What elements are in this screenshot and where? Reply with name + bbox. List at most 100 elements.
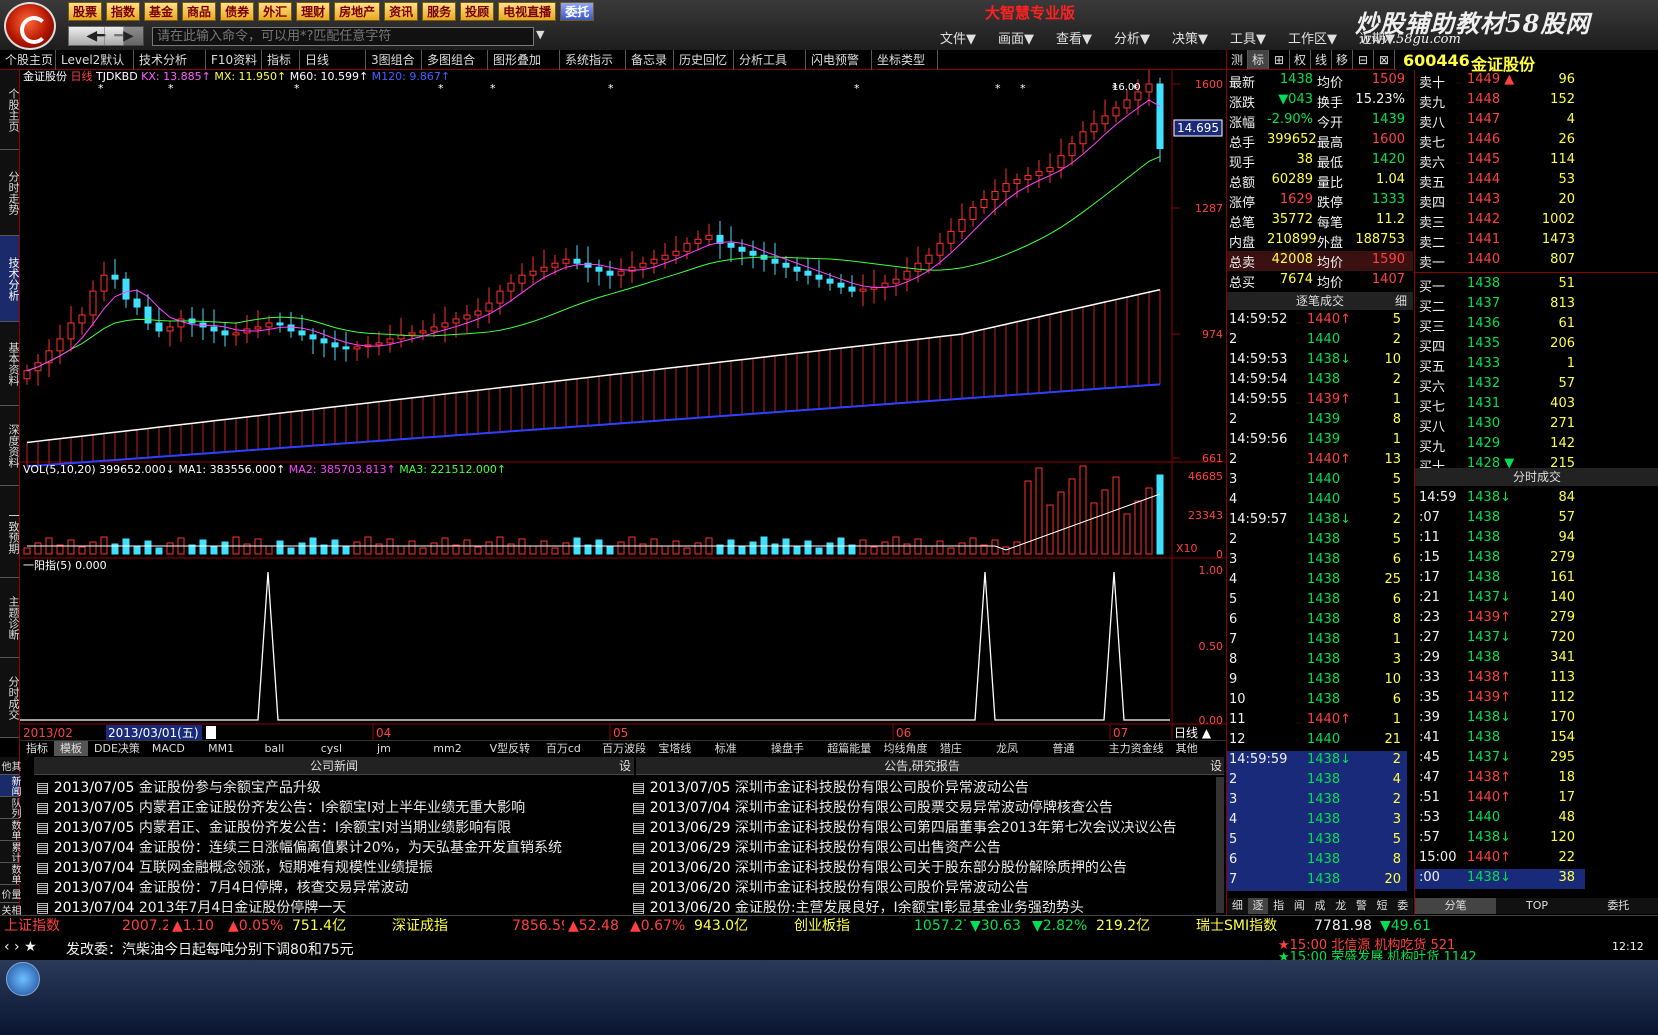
quote-tab[interactable]: ⊠ — [1374, 50, 1395, 69]
side-tab[interactable]: 一致预期 — [0, 486, 20, 578]
panel-tab[interactable]: 委 — [1392, 898, 1413, 914]
status-item[interactable]: 创业板指 — [790, 916, 910, 935]
main-menu-item[interactable]: 文件▼ — [940, 28, 976, 47]
bid-price[interactable]: 1429 — [1467, 436, 1500, 451]
news-item[interactable]: ▤ 2013/07/05 内蒙君正、金证股份齐发公告：I余额宝I对当期业绩影响有… — [36, 817, 511, 837]
ask-price[interactable]: 1448 — [1467, 92, 1500, 107]
menu-button[interactable]: 基金 — [144, 2, 179, 21]
panel-tab[interactable]: 警 — [1351, 898, 1372, 914]
indicator-tab[interactable]: 龙凤 — [990, 741, 1046, 756]
indicator-tab[interactable]: 标准 — [709, 741, 765, 756]
indicator-tab[interactable]: 指标 — [20, 741, 54, 756]
announcement-item[interactable]: ▤ 2013/06/29 深圳市金证科技股份有限公司出售资产公告 — [632, 837, 1001, 857]
quote-tab[interactable]: 测 — [1227, 50, 1248, 69]
side-tab[interactable]: 个股主页 — [0, 70, 20, 150]
toolbar-item[interactable]: 闪电预警 — [806, 50, 872, 70]
trades-tab[interactable]: 细 — [1395, 292, 1413, 310]
toolbar-item[interactable]: 技术分析 — [134, 50, 206, 70]
announcement-item[interactable]: ▤ 2013/07/04 深圳市金证科技股份有限公司股票交易异常波动停牌核查公告 — [632, 797, 1113, 817]
indicator-tab[interactable]: DDE决策 — [88, 741, 146, 756]
menu-button[interactable]: 投顾 — [460, 2, 495, 21]
news-tab[interactable]: 其他 — [0, 757, 20, 775]
news-tab[interactable]: 数单 — [0, 863, 20, 885]
status-item[interactable]: 上证指数 — [0, 916, 118, 935]
k-line-chart[interactable]: 1600 1287 974 661 14.695 金证股份 日线 TJDKBD KX: 1… — [20, 70, 1226, 740]
menu-button[interactable]: 电视直播 — [498, 2, 557, 21]
panel-tab[interactable]: 分笔 — [1415, 898, 1497, 914]
toolbar-item[interactable]: Level2默认 — [56, 50, 134, 70]
status-item[interactable]: 深证成指 — [388, 916, 508, 935]
company-news-header[interactable]: 公司新闻 — [34, 757, 634, 775]
menu-button[interactable]: 指数 — [106, 2, 141, 21]
main-menu-item[interactable]: 工作区▼ — [1288, 28, 1337, 47]
indicator-tab[interactable]: 普通 — [1046, 741, 1102, 756]
bid-price[interactable]: 1431 — [1467, 396, 1500, 411]
minute-trades-header[interactable]: 分时成交 — [1415, 468, 1658, 486]
indicator-tab[interactable]: 猎庄 — [934, 741, 990, 756]
main-menu-item[interactable]: 决策▼ — [1172, 28, 1208, 47]
indicator-tab[interactable]: 百万波段 — [596, 741, 652, 756]
panel-tab[interactable]: 细 — [1227, 898, 1248, 914]
ask-price[interactable]: 1446 — [1467, 132, 1500, 147]
panel-tab[interactable]: 指 — [1268, 898, 1289, 914]
toolbar-item[interactable]: F10资料 — [206, 50, 262, 70]
main-menu-item[interactable]: 工具▼ — [1230, 28, 1266, 47]
menu-button[interactable]: 商品 — [182, 2, 217, 21]
announcement-item[interactable]: ▤ 2013/06/20 金证股份:主营发展良好，I余额宝I彰显基金业务强劲势头 — [632, 897, 1084, 917]
toolbar-item[interactable]: 备忘录 — [626, 50, 674, 70]
indicator-tab[interactable]: 均线角度 — [878, 741, 934, 756]
toolbar-item[interactable]: 图形叠加 — [488, 50, 560, 70]
toolbar-item[interactable]: 坐标类型 — [872, 50, 938, 70]
chevron-down-icon[interactable]: ▼ — [536, 28, 544, 41]
indicator-tab[interactable]: 超篇能量 — [821, 741, 877, 756]
bid-price[interactable]: 1433 — [1467, 356, 1500, 371]
side-tab[interactable]: 基本资料 — [0, 322, 20, 406]
bid-price[interactable]: 1435 — [1467, 336, 1500, 351]
trades-header[interactable]: 逐笔成交 — [1227, 292, 1413, 310]
indicator-tab[interactable]: cysl — [315, 741, 371, 756]
indicator-tab[interactable]: 宝塔线 — [652, 741, 708, 756]
start-button-icon[interactable] — [6, 962, 40, 996]
menu-button[interactable]: 外汇 — [258, 2, 293, 21]
indicator-tab[interactable]: 主力资金线 — [1103, 741, 1170, 756]
panel-tab[interactable]: TOP — [1496, 898, 1577, 914]
announcement-item[interactable]: ▤ 2013/07/05 深圳市金证科技股份有限公司股价异常波动公告 — [632, 777, 1029, 797]
panel-tab[interactable]: 委托 — [1578, 898, 1658, 914]
news-item[interactable]: ▤ 2013/07/04 金证股份：7月4日停牌，核查交易异常波动 — [36, 877, 409, 897]
toolbar-item[interactable]: 历史回忆 — [674, 50, 734, 70]
ask-price[interactable]: 1440 — [1467, 252, 1500, 267]
toolbar-item[interactable]: 多图组合 — [422, 50, 488, 70]
news-item[interactable]: ▤ 2013/07/05 内蒙君正金证股份齐发公告：I余额宝I对上半年业绩无重大… — [36, 797, 525, 817]
scrollbar[interactable] — [1216, 777, 1224, 913]
ticker-text[interactable]: 发改委：汽柴油今日起每吨分别下调80和75元 — [66, 939, 354, 959]
panel-tab[interactable]: 龙 — [1330, 898, 1351, 914]
settings-button[interactable]: 设 — [618, 757, 632, 775]
indicator-tab[interactable]: mm2 — [427, 741, 483, 756]
command-input[interactable]: 请在此输入命令，可以用*?匹配任意字符 — [152, 27, 534, 46]
indicator-tab[interactable]: 百万cd — [540, 741, 596, 756]
ask-price[interactable]: 1441 — [1467, 232, 1500, 247]
news-item[interactable]: ▤ 2013/07/04 金证股份：连续三日涨幅偏离值累计20%，为天弘基金开发… — [36, 837, 562, 857]
main-menu-item[interactable]: 画面▼ — [998, 28, 1034, 47]
announcements-header[interactable]: 公告,研究报告 — [636, 757, 1208, 775]
indicator-tab[interactable]: 模板 — [54, 741, 88, 756]
announcement-item[interactable]: ▤ 2013/06/20 深圳市金证科技股份有限公司股价异常波动公告 — [632, 877, 1029, 897]
ticker-arrows-icon[interactable]: ‹ › ★ — [4, 939, 37, 955]
menu-button[interactable]: 资讯 — [384, 2, 419, 21]
news-item[interactable]: ▤ 2013/07/05 金证股份参与余额宝产品升级 — [36, 777, 321, 797]
quote-tab[interactable]: ⊞ — [1269, 50, 1290, 69]
indicator-tab[interactable]: MM1 — [202, 741, 258, 756]
news-tab[interactable]: 量价 — [0, 885, 20, 903]
quote-tab[interactable]: 移 — [1332, 50, 1353, 69]
indicator-tab[interactable]: V型反转 — [484, 741, 540, 756]
indicator-tab[interactable]: ball — [258, 741, 314, 756]
toolbar-item[interactable]: 日线 — [300, 50, 366, 70]
bid-price[interactable]: 1432 — [1467, 376, 1500, 391]
news-item[interactable]: ▤ 2013/07/04 互联网金融概念领涨，短期难有规模性业绩提振 — [36, 857, 433, 877]
period-label[interactable]: 日线 ▲ — [1174, 726, 1212, 740]
menu-button[interactable]: 委托 — [560, 2, 595, 21]
quote-tab[interactable]: 权 — [1290, 50, 1311, 69]
toolbar-item[interactable]: 指标 — [262, 50, 300, 70]
bid-price[interactable]: 1438 — [1467, 276, 1500, 291]
main-menu-item[interactable]: 近期▼ — [1359, 28, 1395, 47]
